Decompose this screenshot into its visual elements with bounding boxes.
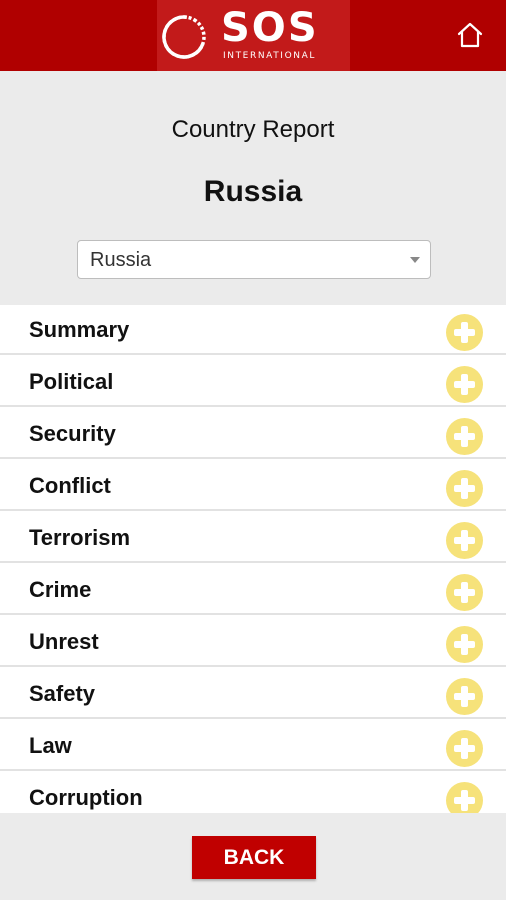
section-row-corruption[interactable]: Corruption — [0, 773, 506, 813]
section-label: Conflict — [29, 473, 111, 498]
expand-plus-icon[interactable] — [446, 782, 483, 813]
section-row-crime[interactable]: Crime — [0, 565, 506, 615]
page-title: Country Report — [171, 116, 335, 143]
section-label: Safety — [29, 681, 96, 706]
app-header: SOS INTERNATIONAL — [0, 0, 506, 71]
section-label: Corruption — [29, 785, 143, 810]
country-select-value: Russia — [90, 249, 152, 271]
home-button[interactable] — [452, 17, 488, 53]
section-row-summary[interactable]: Summary — [0, 305, 506, 355]
section-row-conflict[interactable]: Conflict — [0, 461, 506, 511]
expand-plus-icon[interactable] — [446, 678, 483, 715]
home-icon — [457, 22, 483, 48]
section-label: Security — [29, 421, 116, 446]
expand-plus-icon[interactable] — [446, 314, 483, 351]
logo-name: SOS — [221, 5, 319, 51]
expand-plus-icon[interactable] — [446, 574, 483, 611]
section-row-terrorism[interactable]: Terrorism — [0, 513, 506, 563]
expand-plus-icon[interactable] — [446, 626, 483, 663]
expand-plus-icon[interactable] — [446, 522, 483, 559]
logo-subtitle: INTERNATIONAL — [223, 51, 316, 61]
section-row-political[interactable]: Political — [0, 357, 506, 407]
section-row-law[interactable]: Law — [0, 721, 506, 771]
section-label: Crime — [29, 577, 92, 602]
section-row-security[interactable]: Security — [0, 409, 506, 459]
section-label: Terrorism — [29, 525, 131, 550]
country-select[interactable]: Russia — [77, 240, 431, 279]
expand-plus-icon[interactable] — [446, 366, 483, 403]
section-row-safety[interactable]: Safety — [0, 669, 506, 719]
sos-logo: SOS INTERNATIONAL — [157, 0, 350, 71]
section-row-unrest[interactable]: Unrest — [0, 617, 506, 667]
ring-logo-icon — [162, 15, 206, 59]
section-label: Summary — [29, 317, 130, 342]
expand-plus-icon[interactable] — [446, 470, 483, 507]
expand-plus-icon[interactable] — [446, 418, 483, 455]
expand-plus-icon[interactable] — [446, 730, 483, 767]
section-label: Law — [29, 733, 72, 758]
section-label: Unrest — [29, 629, 99, 654]
section-label: Political — [29, 369, 114, 394]
dropdown-caret-icon — [410, 257, 420, 263]
report-section-list[interactable]: Summary Political Security Conflict Terr… — [0, 305, 506, 813]
back-button[interactable]: BACK — [192, 836, 316, 879]
country-title: Russia — [203, 175, 303, 208]
